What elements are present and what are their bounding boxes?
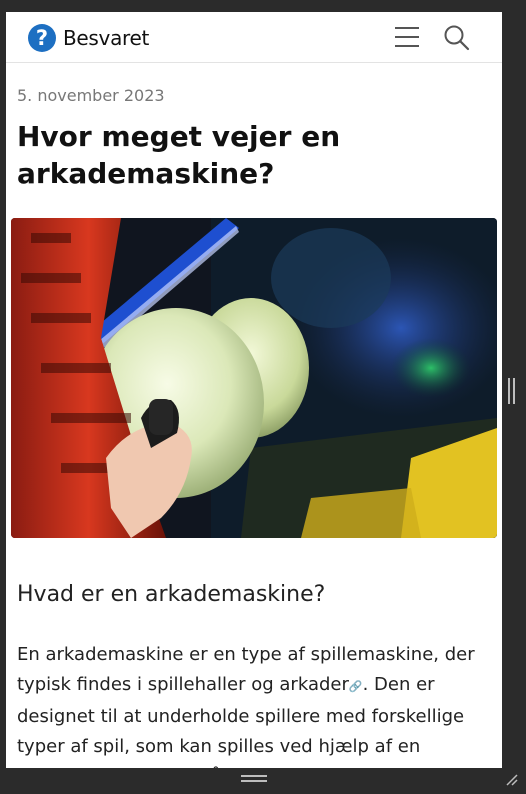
article-hero-image [11, 218, 497, 538]
bottom-resize-handle[interactable] [241, 775, 267, 783]
article-date: 5. november 2023 [17, 86, 165, 105]
article-title: Hvor meget vejer en arkademaskine? [17, 120, 341, 190]
arkader-link-label: arkader [279, 674, 349, 695]
search-icon[interactable] [443, 24, 471, 52]
site-header: ? Besvaret [6, 12, 502, 63]
browser-viewport: ? Besvaret 5. november 2023 Hvor meget v… [6, 12, 502, 768]
hamburger-menu-icon[interactable] [395, 27, 419, 47]
site-logo[interactable]: ? Besvaret [28, 24, 149, 52]
corner-resize-icon[interactable] [505, 772, 519, 786]
side-resize-handle[interactable] [508, 378, 516, 404]
article-paragraph: En arkademaskine er en type af spillemas… [17, 640, 489, 768]
section-heading: Hvad er en arkademaskine? [17, 582, 326, 607]
site-name: Besvaret [63, 26, 150, 50]
link-icon: 🔗 [348, 680, 363, 693]
arkader-link[interactable]: arkader🔗 [279, 674, 362, 695]
question-mark-icon: ? [28, 24, 56, 52]
